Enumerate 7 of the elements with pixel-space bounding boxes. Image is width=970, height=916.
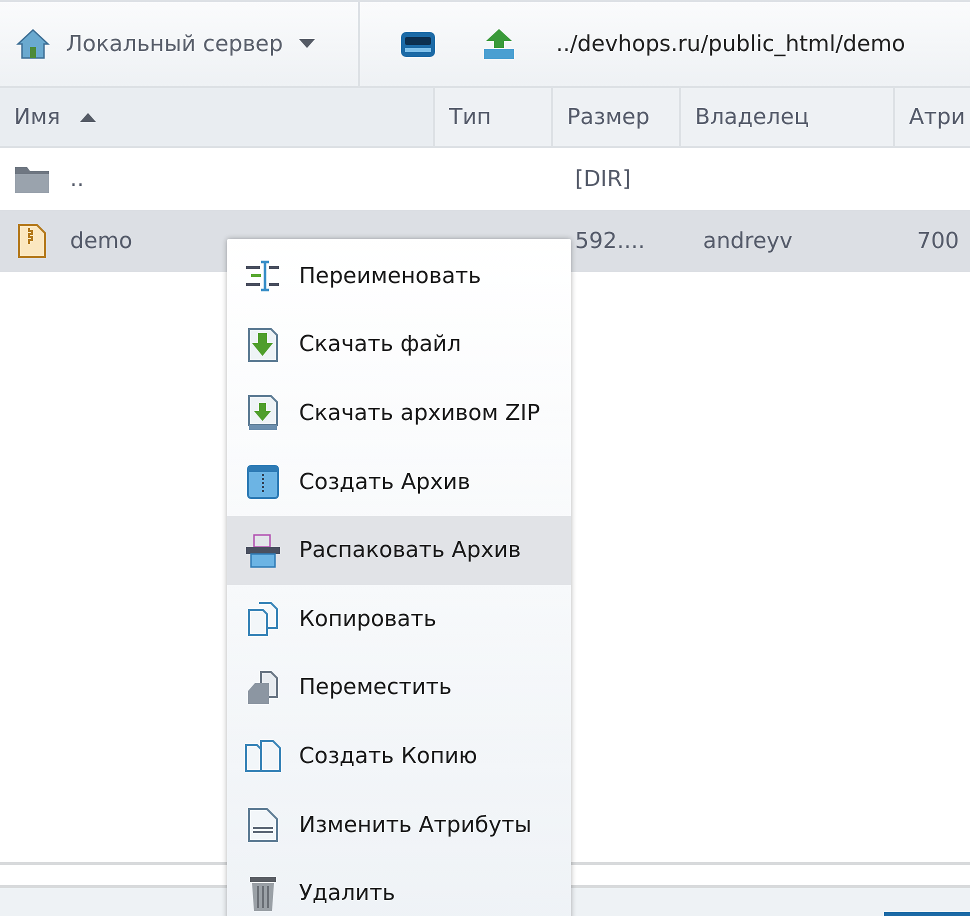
- table-cell: 592....: [575, 228, 645, 254]
- table-cell: demo: [70, 228, 132, 254]
- table-cell: [DIR]: [575, 166, 631, 192]
- table-cell: 700: [917, 228, 959, 254]
- path-text: ../devhops.ru/public_html/demo: [556, 32, 906, 56]
- table-cell: ..: [70, 166, 84, 192]
- table-cell: andreyv: [703, 228, 793, 254]
